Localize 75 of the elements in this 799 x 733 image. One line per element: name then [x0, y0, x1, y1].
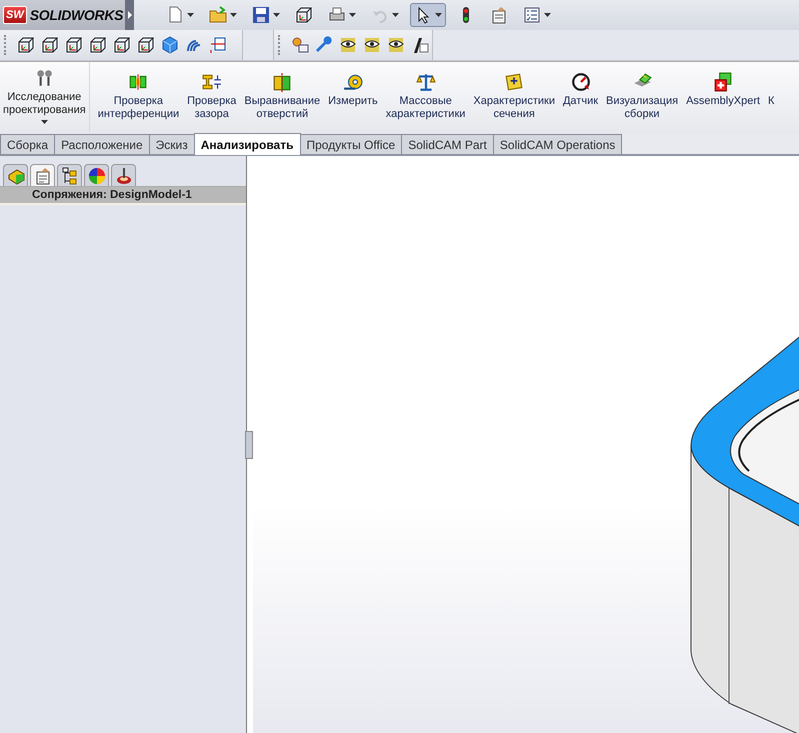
logo-badge: SW: [3, 6, 27, 24]
tab[interactable]: Расположение: [54, 134, 150, 154]
interference-icon: [128, 72, 148, 92]
eye-button[interactable]: [386, 35, 406, 55]
ribbon-button[interactable]: К: [764, 62, 778, 108]
caret-icon[interactable]: [435, 13, 442, 17]
gauge-icon: [570, 72, 590, 92]
scales-icon: [416, 72, 436, 92]
ribbon-button[interactable]: Визуализация сборки: [602, 62, 682, 121]
gap-icon: [202, 72, 222, 92]
cube-button[interactable]: [40, 35, 60, 55]
ribbon-button[interactable]: Выравнивание отверстий: [240, 62, 324, 121]
cube-icon: [113, 36, 131, 54]
cube-button[interactable]: [16, 35, 36, 55]
striped-plane-icon: [411, 36, 429, 54]
cube-icon: [41, 36, 59, 54]
cube-button[interactable]: [64, 35, 84, 55]
cube-icon: [137, 36, 155, 54]
color-ball-icon: [88, 166, 106, 184]
panel-tab[interactable]: [84, 164, 109, 186]
tab[interactable]: SolidCAM Part: [401, 134, 494, 154]
pointer-button[interactable]: [410, 3, 446, 27]
panel-tab[interactable]: [3, 164, 28, 186]
configuration-icon: [60, 166, 78, 184]
section-props-icon: [504, 72, 524, 92]
eye-icon: [387, 36, 405, 54]
tab[interactable]: SolidCAM Operations: [492, 134, 622, 154]
cube-icon: [295, 6, 313, 24]
eye-button[interactable]: [338, 35, 358, 55]
solid-cube-button[interactable]: [160, 35, 180, 55]
checklist-icon: [523, 6, 541, 24]
tape-measure-icon: [342, 72, 363, 92]
caret-icon[interactable]: [40, 120, 48, 124]
eye-icon: [339, 36, 357, 54]
caret-icon[interactable]: [273, 13, 280, 17]
eye-icon: [363, 36, 381, 54]
cube-icon: [89, 36, 107, 54]
floppy-icon: [252, 6, 270, 24]
medical-boxes-icon: [713, 72, 734, 92]
caret-icon[interactable]: [230, 13, 237, 17]
eye-button[interactable]: [362, 35, 382, 55]
ribbon-button[interactable]: Проверка интерференции: [94, 62, 184, 121]
ribbon-button[interactable]: Исследование проектирования: [0, 62, 90, 132]
caret-icon[interactable]: [187, 13, 194, 17]
panel-tab[interactable]: [57, 164, 82, 186]
ribbon-button[interactable]: AssemblyXpert: [682, 62, 764, 108]
tab[interactable]: Эскиз: [148, 134, 195, 154]
caret-icon[interactable]: [349, 13, 356, 17]
section-button[interactable]: [208, 35, 228, 55]
section-icon: [209, 36, 227, 54]
splitter-handle[interactable]: [245, 430, 253, 458]
ribbon-button[interactable]: Проверка зазора: [183, 62, 240, 121]
folder-icon: [209, 6, 227, 24]
property-sheet-icon: [34, 166, 52, 184]
tab[interactable]: Анализировать: [194, 133, 300, 155]
panel-tab[interactable]: [30, 164, 55, 186]
app-name: SOLIDWORKS: [30, 7, 124, 23]
cube-icon: [17, 36, 35, 54]
solid-cube-icon: [161, 36, 179, 54]
ribbon-button[interactable]: Измерить: [324, 62, 382, 108]
cube-button[interactable]: [88, 35, 108, 55]
ribbon-button[interactable]: Массовые характеристики: [382, 62, 470, 121]
cube-button[interactable]: [112, 35, 132, 55]
panel-header: Сопряжения: DesignModel-1: [0, 187, 246, 205]
caret-icon[interactable]: [544, 13, 551, 17]
panel-tab[interactable]: [111, 164, 136, 186]
parts-tree-icon: [6, 166, 24, 184]
cube-icon: [65, 36, 83, 54]
ribbon-button[interactable]: Характеристики сечения: [469, 62, 559, 121]
tab[interactable]: Сборка: [0, 134, 56, 154]
hole-align-icon: [272, 72, 292, 92]
tab[interactable]: Продукты Office: [300, 134, 402, 154]
ribbon-button[interactable]: Датчик: [558, 62, 602, 108]
cube-button[interactable]: [136, 35, 156, 55]
cam-tool-icon: [114, 166, 132, 184]
